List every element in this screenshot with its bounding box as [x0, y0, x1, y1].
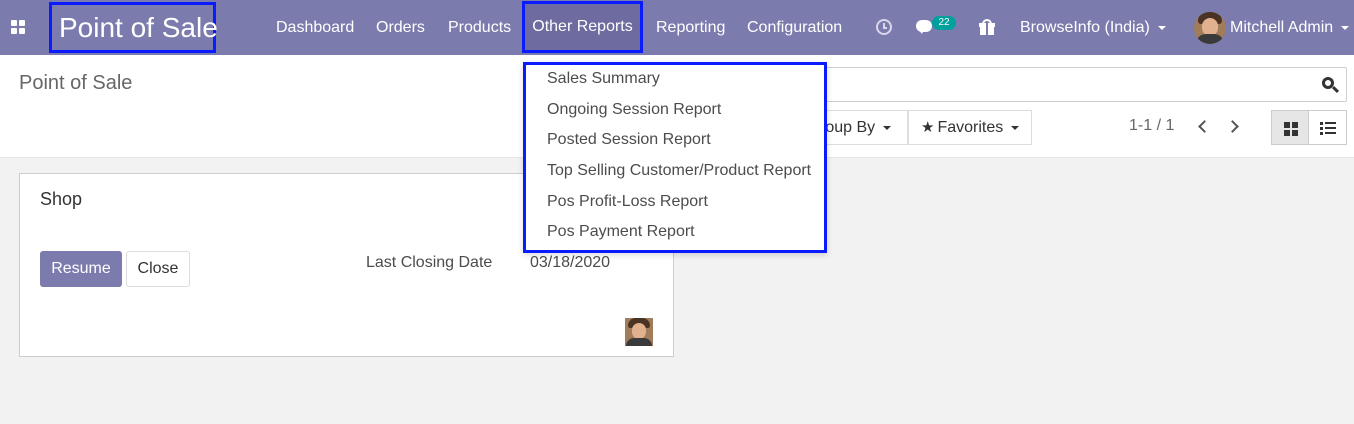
chevron-down-icon	[883, 125, 892, 130]
apps-menu-icon[interactable]	[11, 20, 25, 34]
close-button[interactable]: Close	[126, 251, 190, 287]
chevron-down-icon	[1011, 125, 1020, 130]
menu-item-top-selling-report[interactable]: Top Selling Customer/Product Report	[547, 162, 811, 180]
last-closing-date-value: 03/18/2020	[530, 254, 611, 271]
favorites-button[interactable]: ★ Favorites	[908, 110, 1032, 145]
chat-icon[interactable]	[916, 20, 932, 34]
chevron-left-icon	[1198, 120, 1211, 133]
menu-item-payment-report[interactable]: Pos Payment Report	[547, 223, 695, 241]
company-name: BrowseInfo (India)	[1020, 19, 1150, 36]
menu-item-sales-summary[interactable]: Sales Summary	[547, 70, 660, 88]
resume-button[interactable]: Resume	[40, 251, 122, 287]
pager-value[interactable]: 1-1 / 1	[1129, 117, 1174, 135]
chat-count-badge: 22	[932, 16, 956, 30]
user-menu[interactable]: Mitchell Admin	[1230, 0, 1350, 55]
menu-products[interactable]: Products	[448, 0, 511, 55]
gift-icon[interactable]	[979, 19, 995, 35]
star-icon: ★	[921, 119, 935, 136]
company-switcher[interactable]: BrowseInfo (India)	[1020, 0, 1166, 55]
menu-reporting[interactable]: Reporting	[656, 0, 725, 55]
user-name: Mitchell Admin	[1230, 19, 1334, 36]
page-title: Point of Sale	[19, 72, 133, 94]
search-icon[interactable]	[1322, 77, 1340, 94]
menu-item-profit-loss-report[interactable]: Pos Profit-Loss Report	[547, 193, 708, 211]
group-by-label: roup By	[820, 119, 876, 136]
responsible-avatar	[625, 318, 653, 346]
app-title[interactable]: Point of Sale	[49, 2, 218, 53]
menu-dashboard[interactable]: Dashboard	[276, 0, 354, 55]
chevron-down-icon	[1341, 25, 1350, 30]
menu-configuration[interactable]: Configuration	[747, 0, 842, 55]
other-reports-dropdown: Sales Summary Ongoing Session Report Pos…	[523, 62, 827, 253]
top-navbar: Point of Sale Dashboard Orders Products …	[0, 0, 1354, 55]
chevron-down-icon	[1157, 25, 1166, 30]
menu-other-reports[interactable]: Other Reports	[522, 1, 643, 53]
activity-clock-icon[interactable]	[876, 19, 892, 35]
menu-orders[interactable]: Orders	[376, 0, 425, 55]
pager-previous-button[interactable]	[1197, 119, 1211, 135]
favorites-label: Favorites	[937, 119, 1004, 136]
menu-item-ongoing-session-report[interactable]: Ongoing Session Report	[547, 101, 721, 119]
kanban-view-button[interactable]	[1271, 110, 1309, 145]
search-input[interactable]	[820, 67, 1347, 102]
card-title: Shop	[40, 189, 83, 209]
list-view-button[interactable]	[1309, 110, 1347, 145]
user-avatar[interactable]	[1194, 12, 1226, 44]
pager-next-button[interactable]	[1226, 119, 1239, 135]
menu-item-posted-session-report[interactable]: Posted Session Report	[547, 131, 711, 149]
chevron-right-icon	[1226, 120, 1239, 133]
last-closing-date-label: Last Closing Date	[366, 254, 493, 271]
